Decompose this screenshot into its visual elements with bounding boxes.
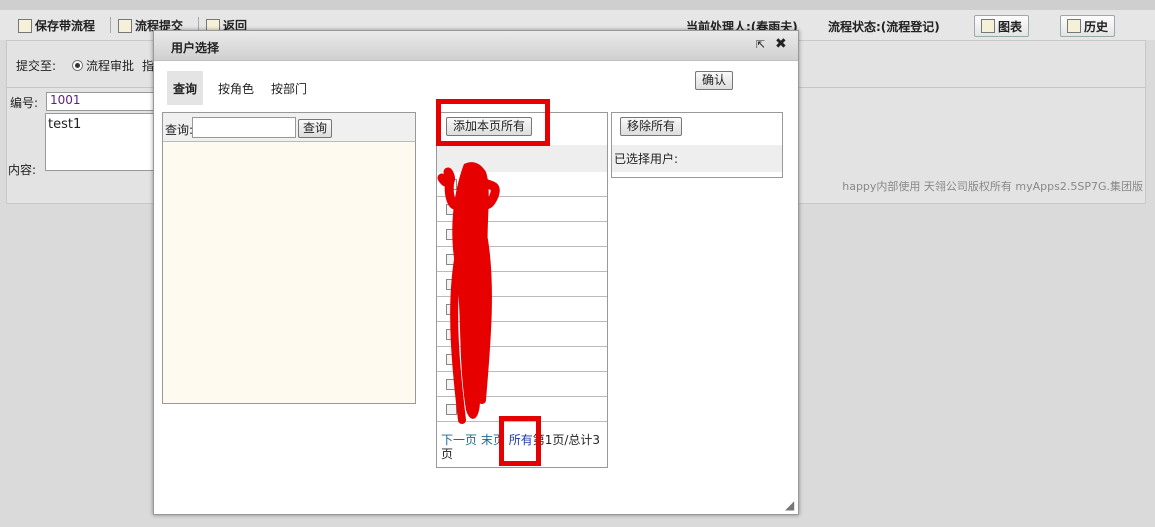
dialog-header (154, 31, 798, 61)
flow-approval-radio[interactable]: 流程审批 (72, 57, 134, 74)
selected-users-label: 已选择用户: (612, 145, 782, 172)
popout-icon[interactable]: ⇱ (756, 38, 765, 51)
id-label: 编号: (10, 96, 39, 110)
radio-selected-icon (72, 60, 83, 71)
query-input[interactable] (192, 117, 296, 138)
resize-handle-icon[interactable]: ◢ (785, 498, 794, 512)
content-label: 内容: (8, 163, 37, 177)
confirm-button[interactable]: 确认 (695, 71, 734, 90)
id-field[interactable]: 1001 (46, 92, 156, 111)
tab-by-role[interactable]: 按角色 (212, 71, 260, 105)
toolbar-separator (110, 17, 111, 33)
query-button[interactable]: 查询 (298, 119, 333, 138)
history-icon (1067, 19, 1081, 33)
chart-button[interactable]: 图表 (974, 15, 1030, 37)
highlight-box-all (499, 416, 541, 466)
query-label: 查询: (165, 123, 194, 137)
content-field[interactable]: test1 (45, 113, 157, 171)
chart-icon (981, 19, 995, 33)
query-panel (162, 112, 416, 404)
remove-all-button[interactable]: 移除所有 (620, 117, 683, 136)
save-flow-button[interactable]: 保存带流程 (18, 17, 95, 34)
submit-to-label: 提交至: (16, 59, 57, 73)
tab-by-department[interactable]: 按部门 (265, 71, 313, 105)
save-icon (18, 18, 32, 33)
dialog-title: 用户选择 (171, 41, 220, 55)
close-icon[interactable]: ✖ (775, 36, 787, 52)
next-page-link[interactable]: 下一页 (441, 433, 477, 447)
flow-status: 流程状态:(流程登记) (828, 20, 940, 34)
tab-query[interactable]: 查询 (167, 71, 204, 105)
highlight-box-add-all (436, 99, 550, 146)
red-scribble-overlay (437, 162, 500, 424)
history-button[interactable]: 历史 (1060, 15, 1116, 37)
submit-icon (118, 18, 132, 33)
